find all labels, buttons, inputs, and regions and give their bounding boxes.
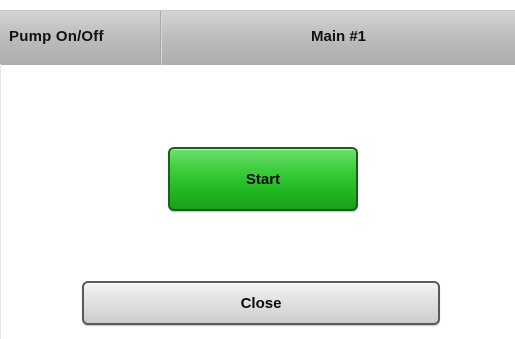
- dialog-left-border: [0, 64, 1, 339]
- header-title-cell: Pump On/Off: [0, 11, 161, 65]
- dialog-header: Pump On/Off Main #1: [0, 10, 515, 65]
- dialog-title: Pump On/Off: [9, 28, 104, 45]
- pump-control-dialog: Pump On/Off Main #1 Start Close: [0, 0, 515, 339]
- close-button-label: Close: [240, 294, 282, 312]
- close-button[interactable]: Close: [82, 281, 440, 325]
- start-button-label: Start: [245, 170, 281, 188]
- pump-name: Main #1: [310, 28, 367, 45]
- start-button[interactable]: Start: [168, 147, 358, 211]
